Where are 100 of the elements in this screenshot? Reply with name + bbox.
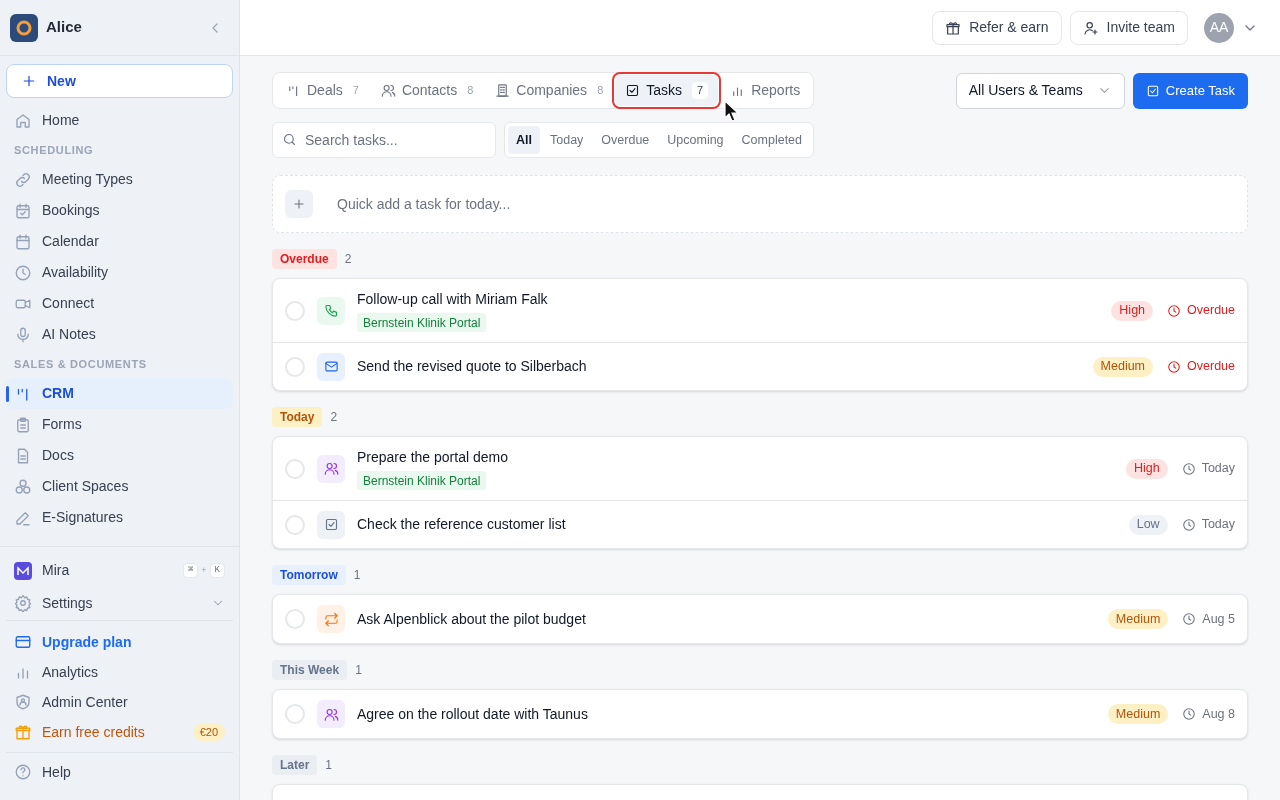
clock-icon [1167, 303, 1182, 318]
workspace-logo [10, 13, 38, 42]
sidebar-item[interactable]: Meeting Types [6, 164, 233, 195]
shortcut-key: ⌘ [182, 563, 199, 578]
quick-add-button[interactable] [285, 190, 313, 218]
repeat-icon [323, 611, 339, 627]
project-tag: Bernstein Klinik Portal [357, 313, 487, 332]
filter-tab[interactable]: All [508, 126, 540, 154]
due-date: Today [1181, 459, 1235, 478]
group-label: Tomorrow [272, 565, 346, 585]
microphone-icon [14, 325, 32, 344]
task-checkbox[interactable] [285, 609, 305, 629]
due-date: Aug 5 [1182, 609, 1235, 629]
sidebar-item[interactable]: Analytics [6, 657, 233, 687]
group-count: 1 [353, 567, 361, 584]
priority-badge: High [1125, 458, 1168, 479]
new-button[interactable]: New [6, 64, 233, 98]
mail-icon [323, 359, 339, 374]
quick-add-field[interactable]: Quick add a task for today... [337, 193, 1235, 215]
assistant-item[interactable]: Mira ⌘ + K [6, 555, 233, 586]
gift-icon [14, 723, 32, 741]
clock-icon [1182, 707, 1197, 721]
task-row[interactable]: Agree on the rollout date with Taunus Medium Aug 8 [273, 690, 1247, 738]
owner-dropdown[interactable]: All Users & Teams [955, 72, 1125, 109]
group-label: Overdue [272, 249, 337, 269]
plus-icon [292, 197, 306, 211]
task-checkbox[interactable] [285, 300, 305, 321]
task-row[interactable]: Prepare the portal demo Bernstein Klinik Portal High Today [273, 437, 1247, 500]
gift-icon [945, 19, 962, 36]
priority-badge: Medium [1107, 704, 1169, 724]
users-icon [323, 461, 339, 476]
view-tab[interactable]: Companies 8 [485, 75, 614, 106]
tab-count: 7 [352, 83, 359, 99]
sidebar-item[interactable]: Client Spaces [6, 471, 233, 502]
sidebar-item[interactable]: Admin Center [6, 687, 233, 717]
group-label: Today [272, 407, 323, 427]
search-icon [282, 132, 297, 147]
task-checkbox[interactable] [285, 356, 305, 377]
sidebar-item[interactable]: Connect [6, 288, 233, 319]
sidebar-item[interactable]: Forms [6, 409, 233, 440]
filter-tab[interactable]: Overdue [593, 126, 658, 154]
tab-count: 8 [467, 83, 474, 99]
sidebar-item[interactable]: Docs [6, 440, 233, 471]
view-tab[interactable]: Reports [720, 75, 811, 106]
group-label: This Week [272, 660, 348, 680]
task-checkbox[interactable] [285, 514, 305, 535]
sidebar-item[interactable]: Bookings [6, 195, 233, 226]
assistant-logo [14, 561, 32, 580]
group-count: 1 [355, 662, 362, 679]
filter-tab[interactable]: Today [542, 126, 592, 154]
search-field[interactable]: Search tasks... [272, 122, 496, 158]
task-title: Follow-up call with Miriam Falk [357, 290, 548, 309]
group-label: Later [272, 755, 318, 775]
task-row[interactable]: Ask Alpenblick about the pilot budget Medium Aug 5 [273, 595, 1247, 643]
checkbox-icon [625, 83, 641, 98]
priority-badge: Medium [1092, 356, 1154, 377]
help-item[interactable]: Help [6, 757, 233, 787]
circles-icon [14, 477, 32, 496]
active-indicator [6, 386, 9, 402]
calendar-check-icon [14, 201, 32, 220]
task-title: Prepare the portal demo [357, 448, 508, 467]
sidebar-item[interactable]: CRM [6, 378, 233, 409]
filter-tab[interactable]: Completed [733, 126, 811, 154]
task-checkbox[interactable] [285, 458, 305, 479]
task-row[interactable]: Follow-up call with Miriam Falk Bernstein Klinik Portal High Overdue [273, 279, 1247, 342]
user-plus-icon [1082, 19, 1099, 36]
sidebar-item[interactable]: E-Signatures [6, 502, 233, 533]
priority-badge: High [1111, 300, 1154, 321]
link-icon [14, 170, 32, 189]
sidebar-item[interactable]: Availability [6, 257, 233, 288]
sidebar-item[interactable]: AI Notes [6, 319, 233, 350]
calendar-icon [14, 232, 32, 251]
quick-add-bar[interactable]: Quick add a task for today... [272, 175, 1248, 233]
clipboard-icon [14, 415, 32, 434]
view-tab[interactable]: Deals 7 [276, 75, 369, 106]
sidebar-item[interactable]: Upgrade plan [6, 627, 233, 657]
sidebar-item[interactable]: Calendar [6, 226, 233, 257]
task-checkbox[interactable] [285, 704, 305, 724]
project-tag: Bernstein Klinik Portal [357, 471, 487, 490]
group-count: 2 [344, 251, 352, 268]
task-title: Check the reference customer list [357, 515, 566, 534]
tab-count: 8 [597, 83, 604, 99]
checkbox-icon [323, 517, 339, 532]
tab-count: 7 [692, 82, 709, 99]
priority-badge: Low [1128, 514, 1168, 535]
sidebar-item[interactable]: Home [6, 105, 233, 136]
filter-tab[interactable]: Upcoming [659, 126, 732, 154]
task-row[interactable]: Check the reference customer list Low Today [273, 500, 1247, 548]
sidebar-item[interactable]: Earn free credits €20 [6, 717, 233, 747]
priority-badge: Medium [1107, 609, 1169, 629]
settings-item[interactable]: Settings [6, 586, 233, 621]
task-row[interactable]: Send the revised quote to Silberbach Medium Overdue [273, 342, 1247, 390]
refer-button[interactable]: Refer & earn [932, 10, 1062, 45]
shortcut-plus: + [201, 563, 207, 577]
view-tab[interactable]: Contacts 8 [370, 75, 484, 106]
create-task-button[interactable]: Create Task [1132, 72, 1248, 109]
invite-button[interactable]: Invite team [1069, 10, 1188, 45]
view-tab[interactable]: Tasks 7 [615, 75, 719, 106]
clock-icon [1181, 461, 1196, 476]
due-date: Today [1181, 515, 1235, 534]
